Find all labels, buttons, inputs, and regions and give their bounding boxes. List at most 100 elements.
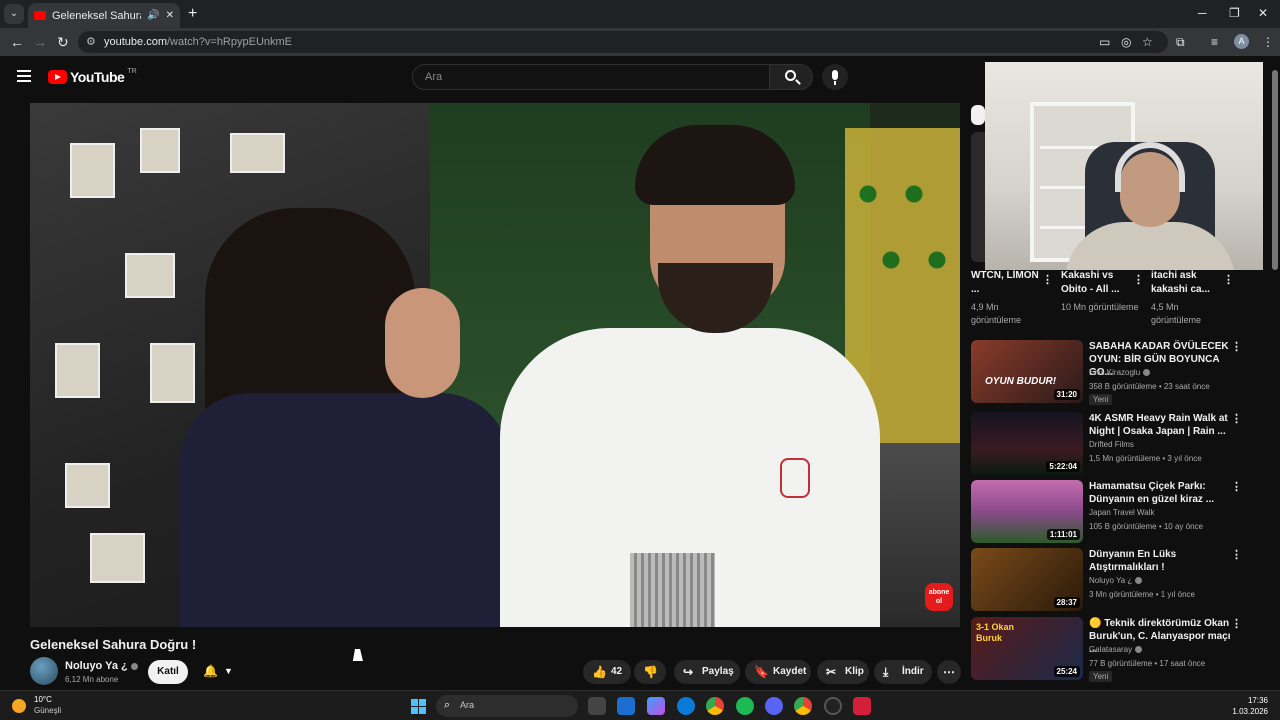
search-button[interactable] [769, 64, 813, 90]
new-tab-plus-icon[interactable]: + [188, 5, 197, 23]
video-thumbnail[interactable]: OYUN BUDUR! 31:20 [971, 340, 1083, 403]
share-button[interactable]: ↪ Paylaş [674, 660, 740, 684]
search-box [412, 64, 770, 90]
duration-badge: 31:20 [1053, 389, 1080, 400]
voice-search-button[interactable] [822, 64, 848, 90]
recommendation-item[interactable]: 5:22:04 4K ASMR Heavy Rain Walk at Night… [971, 412, 1251, 476]
close-window-icon[interactable]: ✕ [1258, 6, 1268, 20]
recommendation-meta: 77 B görüntüleme • 17 saat önce [1089, 659, 1206, 668]
speaker-icon[interactable]: 🔊 [147, 10, 159, 21]
search-icon [785, 70, 796, 81]
back-icon[interactable]: ← [10, 34, 24, 50]
profile-avatar[interactable]: A [1234, 34, 1249, 49]
outlook-icon[interactable] [617, 697, 635, 715]
site-info-icon[interactable]: ⚙ [86, 35, 96, 48]
photo-magnet [150, 343, 195, 403]
close-tab-icon[interactable]: ✕ [166, 10, 174, 21]
more-vertical-icon[interactable]: ⋮ [1223, 273, 1234, 286]
chrome-icon[interactable] [706, 697, 724, 715]
video-player[interactable]: abone ol [30, 103, 960, 627]
spotify-icon[interactable] [736, 697, 754, 715]
restore-icon[interactable]: ❐ [1229, 6, 1240, 20]
system-clock[interactable]: 17:36 1.03.2026 [1232, 695, 1268, 717]
photo-magnet [230, 133, 285, 173]
more-vertical-icon[interactable]: ⋮ [1231, 548, 1242, 561]
reload-icon[interactable]: ↻ [57, 34, 69, 51]
channel-avatar[interactable] [30, 657, 58, 685]
taskbar-search[interactable]: ⌕ Ara [436, 695, 578, 717]
short-title[interactable]: Kakashi vs Obito - All ... [1061, 269, 1133, 297]
media-control-icon[interactable]: ≡ [1211, 35, 1218, 49]
notification-bell-button[interactable]: 🔔 ▼ [194, 660, 244, 684]
recommendation-item[interactable]: 3-1 Okan Buruk 25:24 🟡 Teknik direktörüm… [971, 617, 1251, 682]
copilot-icon[interactable] [647, 697, 665, 715]
recommendation-channel[interactable]: Japan Travel Walk [1089, 508, 1155, 517]
weather-description[interactable]: Güneşli [34, 706, 61, 715]
video-thumbnail[interactable]: 3-1 Okan Buruk 25:24 [971, 617, 1083, 680]
short-title[interactable]: itachi ask kakashi ca... [1151, 269, 1223, 297]
hamburger-menu-icon[interactable] [17, 70, 31, 82]
recommendation-title[interactable]: 4K ASMR Heavy Rain Walk at Night | Osaka… [1089, 412, 1239, 438]
save-button[interactable]: 🔖 Kaydet [745, 660, 811, 684]
more-vertical-icon[interactable]: ⋮ [1133, 273, 1144, 286]
task-view-icon[interactable] [588, 697, 606, 715]
search-icon: ⌕ [444, 699, 451, 711]
weather-temperature[interactable]: 10°C [34, 695, 52, 704]
cast-icon[interactable]: ▭ [1099, 35, 1110, 49]
forward-icon[interactable]: → [33, 34, 47, 50]
channel-name[interactable]: Noluyo Ya ¿ [65, 660, 138, 672]
chrome-active-icon[interactable] [794, 697, 812, 715]
recommendation-item[interactable]: OYUN BUDUR! 31:20 SABAHA KADAR ÖVÜLECEK … [971, 340, 1251, 405]
browser-tab[interactable]: Geleneksel Sahura Doğru ! 🔊 ✕ [28, 3, 180, 28]
more-vertical-icon[interactable]: ⋮ [1231, 340, 1242, 353]
windows-start-icon[interactable] [411, 699, 426, 714]
address-bar[interactable]: ⚙ youtube.com/watch?v=hRpypEUnkmE [78, 31, 1168, 53]
subscriber-count: 6,12 Mn abone [65, 675, 119, 684]
edge-icon[interactable] [677, 697, 695, 715]
like-button[interactable]: 👍 42 B [583, 660, 631, 701]
recommendation-channel[interactable]: Enis Kirazoglu [1089, 368, 1151, 377]
recommendation-meta: 1,5 Mn görüntüleme • 3 yıl önce [1089, 454, 1202, 463]
download-button[interactable]: ⤓ İndir [874, 660, 932, 684]
short-title[interactable]: WTCN, LİMON ... [971, 269, 1043, 297]
recommendation-title[interactable]: Hamamatsu Çiçek Parkı: Dünyanın en güzel… [1089, 480, 1239, 506]
discord-icon[interactable] [765, 697, 783, 715]
recommendation-item[interactable]: 1:11:01 Hamamatsu Çiçek Parkı: Dünyanın … [971, 480, 1251, 544]
thumbs-up-icon: 👍 [592, 665, 607, 679]
recommendation-channel[interactable]: Noluyo Ya ¿ [1089, 576, 1143, 585]
eye-off-icon[interactable]: ◎ [1121, 35, 1131, 49]
video-thumbnail[interactable]: 5:22:04 [971, 412, 1083, 475]
subscribe-watermark[interactable]: abone ol [925, 583, 953, 611]
video-thumbnail[interactable]: 28:37 [971, 548, 1083, 611]
dislike-button[interactable]: 👎 [634, 660, 666, 684]
recommendation-item[interactable]: 28:37 Dünyanın En Lüks Atıştırmalıkları … [971, 548, 1251, 612]
sun-icon[interactable] [12, 699, 26, 713]
obs-icon[interactable] [824, 697, 842, 715]
recommendation-channel[interactable]: Drifted Films [1089, 440, 1134, 449]
filter-chip[interactable] [971, 105, 985, 125]
search-input[interactable] [425, 71, 745, 83]
photo-magnet [70, 143, 115, 198]
clip-button[interactable]: ✂ Klip [817, 660, 869, 684]
page-scrollbar[interactable] [1270, 62, 1280, 688]
join-button[interactable]: Katıl [148, 660, 188, 684]
extensions-icon[interactable]: ⧉ [1176, 35, 1185, 50]
youtube-logo[interactable]: YouTube TR [48, 68, 137, 85]
more-vertical-icon[interactable]: ⋮ [1231, 480, 1242, 493]
bookmark-star-icon[interactable]: ☆ [1142, 35, 1153, 49]
tab-search-icon[interactable]: ⌄ [4, 4, 24, 24]
recommendation-title[interactable]: Dünyanın En Lüks Atıştırmalıkları ! [1089, 548, 1239, 574]
video-title: Geleneksel Sahura Doğru ! [30, 637, 197, 652]
more-vertical-icon[interactable]: ⋮ [1231, 617, 1242, 630]
short-views: 4,5 Mn görüntüleme [1151, 302, 1202, 325]
more-actions-button[interactable]: ⋯ [937, 660, 961, 684]
photo-magnet [55, 343, 100, 398]
minimize-icon[interactable]: ─ [1198, 6, 1207, 20]
scrollbar-thumb[interactable] [1272, 70, 1278, 270]
pocket-app-icon[interactable] [853, 697, 871, 715]
recommendation-channel[interactable]: Galatasaray [1089, 645, 1143, 654]
browser-menu-icon[interactable]: ⋮ [1262, 35, 1274, 49]
more-vertical-icon[interactable]: ⋮ [1231, 412, 1242, 425]
video-thumbnail[interactable]: 1:11:01 [971, 480, 1083, 543]
more-vertical-icon[interactable]: ⋮ [1042, 273, 1053, 286]
